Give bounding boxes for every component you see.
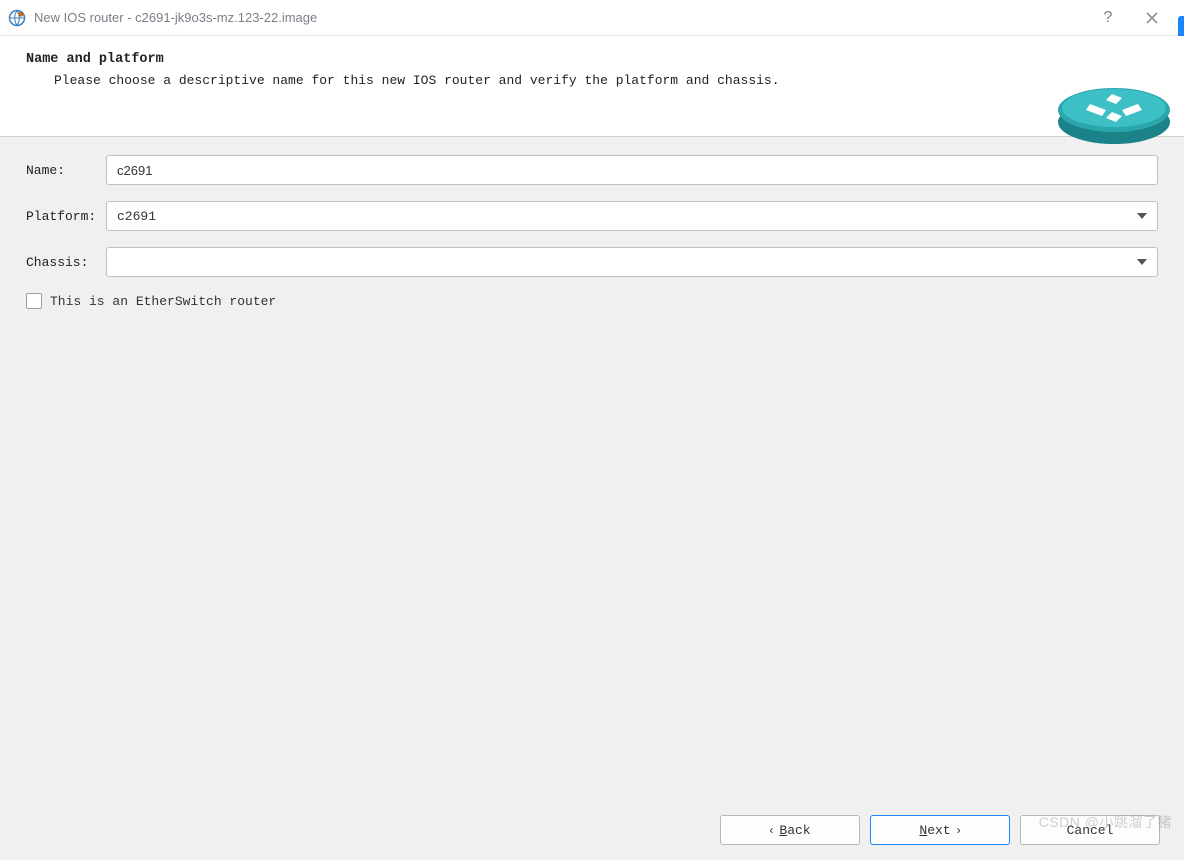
back-button-label: Back (779, 823, 810, 838)
wizard-header: Name and platform Please choose a descri… (0, 36, 1184, 136)
chevron-right-icon: › (957, 823, 961, 837)
cancel-button-label: Cancel (1067, 823, 1114, 838)
wizard-body: Name: Platform: c2691 Chassis: This is a… (0, 137, 1184, 800)
name-label: Name: (26, 163, 106, 178)
titlebar: New IOS router - c2691-jk9o3s-mz.123-22.… (0, 0, 1184, 36)
platform-select[interactable]: c2691 (106, 201, 1158, 231)
platform-value: c2691 (117, 209, 1129, 224)
cancel-button[interactable]: Cancel (1020, 815, 1160, 845)
row-platform: Platform: c2691 (26, 201, 1158, 231)
etherswitch-label: This is an EtherSwitch router (50, 294, 276, 309)
chevron-left-icon: ‹ (769, 823, 773, 837)
chevron-down-icon (1137, 259, 1147, 265)
next-button[interactable]: Next › (870, 815, 1010, 845)
platform-label: Platform: (26, 209, 106, 224)
wizard-footer: ‹ Back Next › Cancel (0, 800, 1184, 860)
close-button[interactable] (1130, 0, 1174, 35)
next-button-label: Next (919, 823, 950, 838)
window-title: New IOS router - c2691-jk9o3s-mz.123-22.… (34, 10, 317, 25)
page-subtext: Please choose a descriptive name for thi… (54, 73, 1164, 88)
name-input[interactable] (106, 155, 1158, 185)
row-chassis: Chassis: (26, 247, 1158, 277)
etherswitch-checkbox[interactable] (26, 293, 42, 309)
chassis-select[interactable] (106, 247, 1158, 277)
row-etherswitch: This is an EtherSwitch router (26, 293, 1158, 309)
chevron-down-icon (1137, 213, 1147, 219)
app-icon (8, 9, 26, 27)
back-button[interactable]: ‹ Back (720, 815, 860, 845)
page-heading: Name and platform (26, 52, 1164, 67)
router-icon (1054, 68, 1174, 158)
chassis-label: Chassis: (26, 255, 106, 270)
row-name: Name: (26, 155, 1158, 185)
help-button[interactable]: ? (1086, 0, 1130, 35)
